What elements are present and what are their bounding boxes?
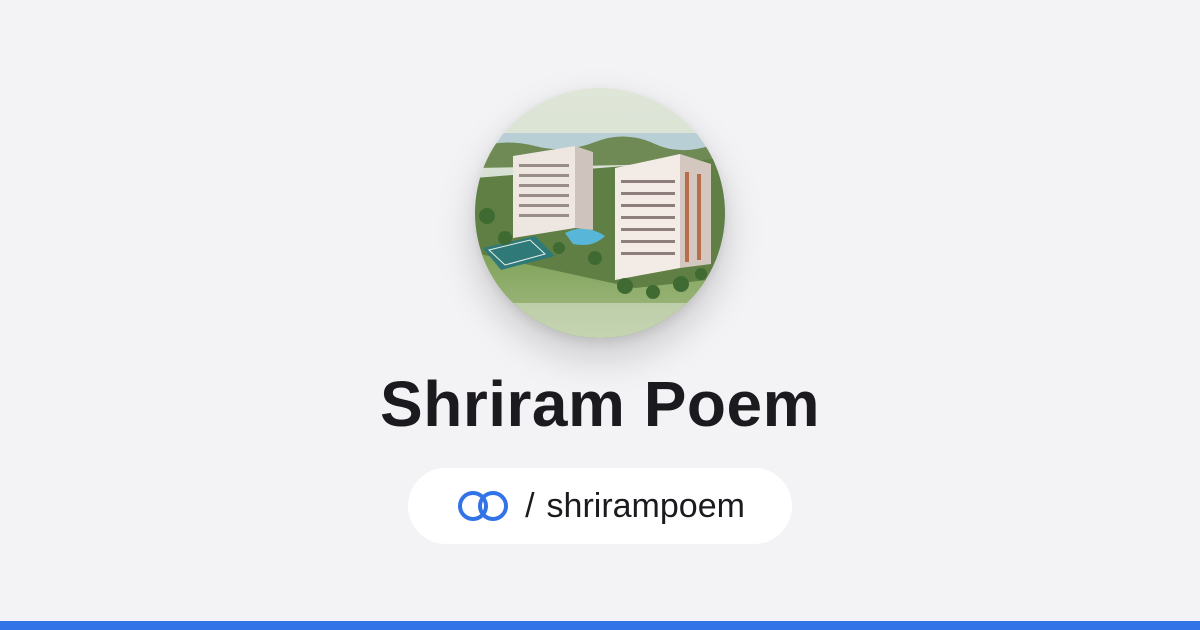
linked-rings-logo-icon <box>455 489 511 523</box>
accent-bottom-bar <box>0 621 1200 630</box>
handle-separator: / <box>525 487 535 525</box>
profile-name: Shriram Poem <box>380 368 820 440</box>
building-photo-avatar <box>475 88 725 338</box>
handle-pill[interactable]: / shrirampoem <box>408 468 792 544</box>
profile-avatar <box>475 88 725 338</box>
profile-handle[interactable]: shrirampoem <box>547 489 745 523</box>
